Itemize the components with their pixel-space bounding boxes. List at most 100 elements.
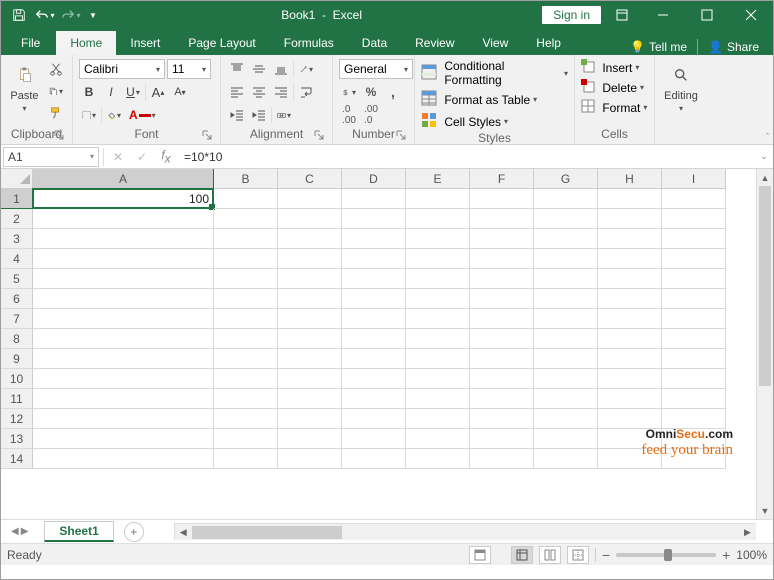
cell[interactable] bbox=[406, 429, 470, 449]
row-header-3[interactable]: 3 bbox=[1, 229, 33, 249]
save-icon[interactable] bbox=[7, 3, 31, 27]
col-header-b[interactable]: B bbox=[214, 169, 278, 189]
cell[interactable] bbox=[470, 189, 534, 209]
cell[interactable] bbox=[534, 449, 598, 469]
editing-button[interactable]: Editing ▾ bbox=[662, 59, 700, 113]
cell[interactable] bbox=[470, 289, 534, 309]
cell[interactable] bbox=[214, 189, 278, 209]
name-box[interactable]: A1▾ bbox=[3, 147, 99, 167]
cell[interactable] bbox=[470, 349, 534, 369]
cell[interactable] bbox=[662, 289, 726, 309]
cell[interactable] bbox=[278, 329, 342, 349]
cell[interactable] bbox=[534, 309, 598, 329]
cell[interactable] bbox=[598, 369, 662, 389]
cell[interactable] bbox=[342, 349, 406, 369]
cell[interactable] bbox=[214, 329, 278, 349]
cell[interactable] bbox=[33, 369, 214, 389]
cell[interactable] bbox=[214, 289, 278, 309]
cell[interactable] bbox=[214, 249, 278, 269]
sheet-nav[interactable]: ◀▶ bbox=[1, 526, 38, 537]
cell[interactable] bbox=[534, 369, 598, 389]
cell[interactable] bbox=[214, 349, 278, 369]
cell[interactable] bbox=[598, 209, 662, 229]
cell[interactable] bbox=[342, 209, 406, 229]
cell[interactable] bbox=[662, 449, 726, 469]
row-header-11[interactable]: 11 bbox=[1, 389, 33, 409]
cell[interactable] bbox=[278, 229, 342, 249]
cell[interactable] bbox=[406, 229, 470, 249]
v-scroll-thumb[interactable] bbox=[759, 186, 771, 386]
cell[interactable] bbox=[214, 409, 278, 429]
col-header-c[interactable]: C bbox=[278, 169, 342, 189]
minimize-icon[interactable] bbox=[643, 1, 683, 29]
font-color-icon[interactable]: A▾ bbox=[126, 105, 159, 125]
clipboard-launcher-icon[interactable] bbox=[52, 128, 66, 142]
align-center-icon[interactable] bbox=[249, 82, 269, 102]
cell[interactable] bbox=[534, 229, 598, 249]
cell[interactable] bbox=[598, 229, 662, 249]
cell[interactable] bbox=[214, 429, 278, 449]
record-macro-icon[interactable] bbox=[469, 546, 491, 564]
close-icon[interactable] bbox=[731, 1, 771, 29]
increase-decimal-icon[interactable]: .0.00 bbox=[339, 105, 359, 125]
decrease-font-icon[interactable]: A▾ bbox=[170, 82, 190, 102]
tab-formulas[interactable]: Formulas bbox=[270, 31, 348, 55]
cell-a1[interactable]: 100 bbox=[33, 189, 214, 209]
cell[interactable] bbox=[598, 289, 662, 309]
chevron-down-icon[interactable]: ▾ bbox=[90, 152, 94, 161]
formula-input[interactable] bbox=[178, 150, 755, 164]
cell[interactable] bbox=[662, 249, 726, 269]
cell[interactable] bbox=[598, 269, 662, 289]
font-size-combo[interactable]: ▾ bbox=[167, 59, 211, 79]
cell[interactable] bbox=[406, 389, 470, 409]
row-header-12[interactable]: 12 bbox=[1, 409, 33, 429]
zoom-level[interactable]: 100% bbox=[736, 548, 767, 562]
cell[interactable] bbox=[662, 349, 726, 369]
cell[interactable] bbox=[214, 309, 278, 329]
normal-view-icon[interactable] bbox=[511, 546, 533, 564]
col-header-a[interactable]: A bbox=[33, 169, 214, 189]
decrease-decimal-icon[interactable]: .00.0 bbox=[361, 105, 381, 125]
insert-cells-button[interactable]: Insert▾ bbox=[581, 59, 647, 76]
cell[interactable] bbox=[278, 269, 342, 289]
decrease-indent-icon[interactable] bbox=[227, 105, 247, 125]
row-header-7[interactable]: 7 bbox=[1, 309, 33, 329]
share-button[interactable]: 👤 Share bbox=[704, 40, 763, 54]
cell[interactable] bbox=[33, 309, 214, 329]
comma-format-icon[interactable]: , bbox=[383, 82, 403, 102]
cell[interactable] bbox=[214, 209, 278, 229]
cell[interactable] bbox=[534, 389, 598, 409]
cell[interactable] bbox=[534, 269, 598, 289]
cell-styles-button[interactable]: Cell Styles▾ bbox=[421, 112, 568, 131]
cell[interactable] bbox=[33, 429, 214, 449]
format-painter-icon[interactable] bbox=[46, 103, 66, 123]
cell[interactable] bbox=[598, 189, 662, 209]
zoom-in-button[interactable]: + bbox=[722, 547, 730, 563]
underline-button[interactable]: U▾ bbox=[123, 82, 143, 102]
cell[interactable] bbox=[278, 189, 342, 209]
cell[interactable] bbox=[406, 289, 470, 309]
page-layout-view-icon[interactable] bbox=[539, 546, 561, 564]
cell[interactable] bbox=[342, 189, 406, 209]
cell[interactable] bbox=[470, 309, 534, 329]
cell[interactable] bbox=[470, 409, 534, 429]
cell[interactable] bbox=[470, 249, 534, 269]
cell[interactable] bbox=[406, 189, 470, 209]
font-name-combo[interactable]: ▾ bbox=[79, 59, 165, 79]
cell[interactable] bbox=[534, 329, 598, 349]
cell[interactable] bbox=[278, 449, 342, 469]
col-header-h[interactable]: H bbox=[598, 169, 662, 189]
undo-icon[interactable]: ▾ bbox=[33, 3, 57, 27]
format-as-table-button[interactable]: Format as Table▾ bbox=[421, 90, 568, 109]
cell[interactable] bbox=[470, 369, 534, 389]
row-header-6[interactable]: 6 bbox=[1, 289, 33, 309]
merge-center-icon[interactable]: ▾ bbox=[274, 105, 294, 125]
cell[interactable] bbox=[342, 329, 406, 349]
zoom-out-button[interactable]: − bbox=[602, 547, 610, 563]
vertical-scrollbar[interactable]: ▲ ▼ bbox=[756, 169, 773, 519]
cut-icon[interactable] bbox=[46, 59, 66, 79]
cell[interactable] bbox=[342, 309, 406, 329]
row-header-9[interactable]: 9 bbox=[1, 349, 33, 369]
bold-button[interactable]: B bbox=[79, 82, 99, 102]
cell[interactable] bbox=[470, 429, 534, 449]
